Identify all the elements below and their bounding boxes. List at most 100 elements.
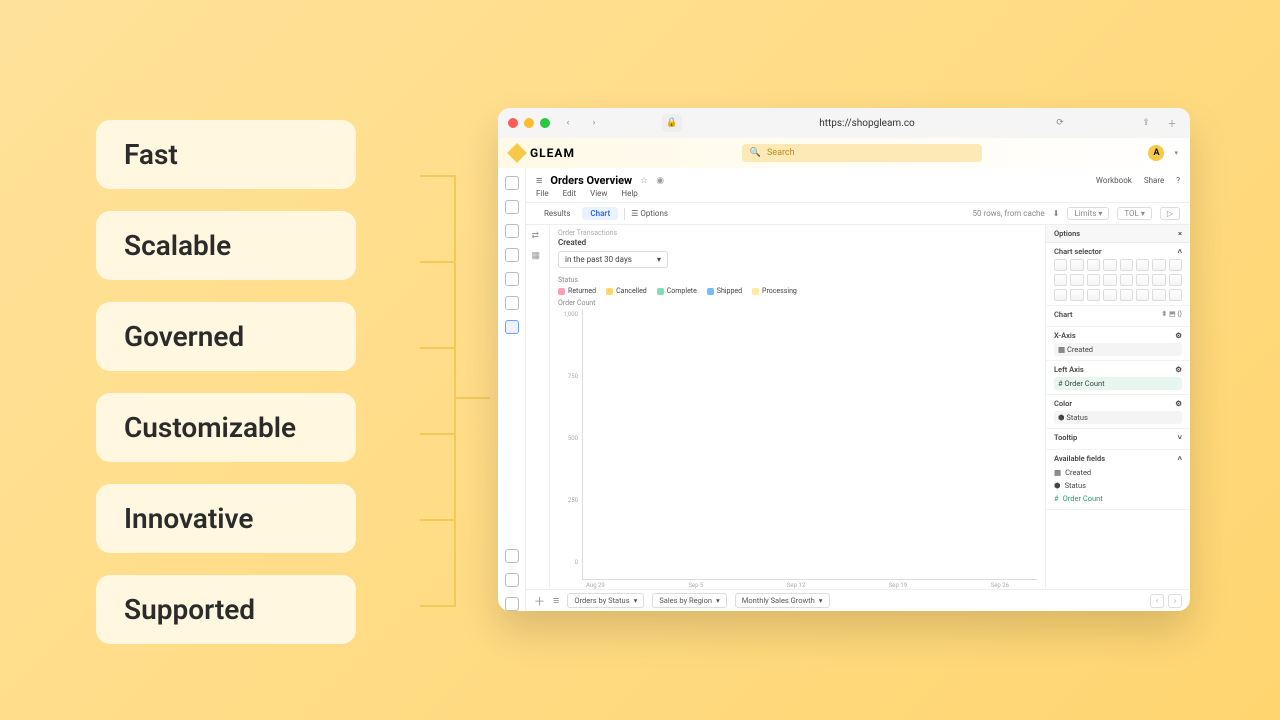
gear-icon[interactable] bbox=[505, 549, 519, 563]
nav-rail bbox=[498, 168, 526, 611]
star-icon[interactable]: ☆ bbox=[640, 176, 648, 186]
available-field[interactable]: # Order Count bbox=[1054, 492, 1182, 505]
visibility-icon[interactable]: ◉ bbox=[656, 176, 664, 186]
settings-icon[interactable]: ⚙ bbox=[1175, 365, 1182, 374]
menu-bar: File Edit View Help bbox=[526, 189, 1190, 202]
databases-icon[interactable] bbox=[505, 200, 519, 214]
chart-type-icon[interactable] bbox=[1054, 259, 1067, 271]
analytics-icon[interactable] bbox=[505, 320, 519, 334]
chart-type-icon[interactable] bbox=[1103, 274, 1116, 286]
chart-type-icon[interactable] bbox=[1103, 289, 1116, 301]
users-icon[interactable] bbox=[505, 272, 519, 286]
tab-results[interactable]: Results bbox=[536, 207, 578, 220]
help-circle-icon[interactable]: ? bbox=[1176, 176, 1180, 185]
sheet-tab[interactable]: Sales by Region▾ bbox=[652, 593, 726, 608]
address-bar[interactable]: https://shopgleam.co bbox=[692, 118, 1042, 129]
chart-type-icon[interactable] bbox=[1070, 289, 1083, 301]
sheet-tab[interactable]: Monthly Sales Growth▾ bbox=[735, 593, 830, 608]
legend-item[interactable]: Processing bbox=[752, 287, 797, 295]
share-link[interactable]: Share bbox=[1144, 176, 1164, 185]
brand-logo[interactable]: GLEAM bbox=[510, 146, 575, 160]
legend-item[interactable]: Cancelled bbox=[606, 287, 647, 295]
options-toggle[interactable]: ☰ Options bbox=[631, 209, 668, 218]
legend-item[interactable]: Returned bbox=[558, 287, 596, 295]
chart-type-icon[interactable] bbox=[1136, 289, 1149, 301]
chart-type-icon[interactable] bbox=[1152, 274, 1165, 286]
chart-type-icon[interactable] bbox=[1120, 259, 1133, 271]
minimize-icon[interactable] bbox=[524, 118, 534, 128]
page-title: Orders Overview bbox=[550, 174, 632, 187]
color-field[interactable]: ⬢ Status bbox=[1054, 411, 1182, 424]
x-axis: Aug 29Sep 5Sep 12Sep 19Sep 26 bbox=[558, 580, 1037, 589]
chart-type-icon[interactable] bbox=[1054, 274, 1067, 286]
settings-icon[interactable]: ⚙ bbox=[1175, 399, 1182, 408]
calendar-icon[interactable]: ▦ bbox=[532, 251, 544, 263]
chart-type-icon[interactable] bbox=[1070, 274, 1083, 286]
menu-view[interactable]: View bbox=[590, 189, 607, 198]
settings-icon[interactable]: ⚙ bbox=[1175, 331, 1182, 340]
history-icon[interactable] bbox=[505, 296, 519, 310]
sheet-tab[interactable]: Orders by Status▾ bbox=[567, 593, 644, 608]
home-icon[interactable] bbox=[505, 176, 519, 190]
tol-dropdown[interactable]: TOL ▾ bbox=[1117, 207, 1151, 220]
chart-type-icon[interactable] bbox=[1054, 289, 1067, 301]
leftaxis-field[interactable]: # Order Count bbox=[1054, 377, 1182, 390]
feature-pill: Governed bbox=[96, 302, 356, 371]
chart-type-icon[interactable] bbox=[1120, 274, 1133, 286]
chevron-up-icon[interactable]: ˄ bbox=[1178, 247, 1182, 256]
chart-type-icon[interactable] bbox=[1136, 274, 1149, 286]
chevron-down-icon[interactable]: ˅ bbox=[1178, 433, 1182, 442]
chart-type-icon[interactable] bbox=[1120, 289, 1133, 301]
chart-type-icon[interactable] bbox=[1152, 289, 1165, 301]
help-icon[interactable] bbox=[505, 573, 519, 587]
next-sheet-button[interactable]: › bbox=[1168, 594, 1182, 608]
available-field[interactable]: ⬢ Status bbox=[1054, 479, 1182, 492]
maximize-icon[interactable] bbox=[540, 118, 550, 128]
chart-type-icon[interactable] bbox=[1169, 274, 1182, 286]
chevron-down-icon[interactable]: ▾ bbox=[1174, 149, 1178, 157]
chart-type-icon[interactable] bbox=[1087, 259, 1100, 271]
add-sheet-button[interactable]: ＋ bbox=[534, 593, 545, 609]
hamburger-icon[interactable]: ≡ bbox=[536, 174, 542, 187]
legend-item[interactable]: Shipped bbox=[707, 287, 742, 295]
legend-item[interactable]: Complete bbox=[657, 287, 697, 295]
workbook-link[interactable]: Workbook bbox=[1096, 176, 1132, 185]
date-range-dropdown[interactable]: in the past 30 days▾ bbox=[558, 251, 668, 268]
chart-type-icon[interactable] bbox=[1070, 259, 1083, 271]
menu-file[interactable]: File bbox=[536, 189, 549, 198]
close-icon[interactable]: × bbox=[1178, 229, 1182, 238]
available-field[interactable]: ▦ Created bbox=[1054, 466, 1182, 479]
xaxis-field[interactable]: ▦ Created bbox=[1054, 343, 1182, 356]
menu-help[interactable]: Help bbox=[621, 189, 637, 198]
limits-dropdown[interactable]: Limits ▾ bbox=[1067, 207, 1109, 220]
chart-type-icon[interactable] bbox=[1103, 259, 1116, 271]
chart-type-icon[interactable] bbox=[1169, 259, 1182, 271]
target-icon[interactable] bbox=[505, 248, 519, 262]
chart-type-icon[interactable] bbox=[1136, 259, 1149, 271]
share-icon[interactable]: ⇪ bbox=[1138, 115, 1154, 131]
chart-type-icon[interactable] bbox=[1087, 274, 1100, 286]
tab-chart[interactable]: Chart bbox=[582, 207, 618, 220]
chart-type-icon[interactable] bbox=[1152, 259, 1165, 271]
new-tab-icon[interactable]: ＋ bbox=[1164, 115, 1180, 131]
avatar[interactable]: A bbox=[1148, 145, 1164, 161]
reload-icon[interactable]: ⟳ bbox=[1052, 115, 1068, 131]
shuffle-icon[interactable]: ⇄ bbox=[532, 231, 544, 243]
menu-edit[interactable]: Edit bbox=[563, 189, 577, 198]
chart-tabs-icon[interactable]: ⬍ ⬒ {} bbox=[1161, 310, 1182, 319]
lock-icon: 🔒 bbox=[662, 114, 682, 132]
chart-type-icon[interactable] bbox=[1087, 289, 1100, 301]
close-icon[interactable] bbox=[508, 118, 518, 128]
exit-icon[interactable] bbox=[505, 597, 519, 611]
run-button[interactable]: ▷ bbox=[1160, 207, 1180, 220]
search-input[interactable]: 🔍 Search bbox=[742, 144, 982, 162]
sheets-menu-icon[interactable]: ≡ bbox=[553, 594, 559, 607]
download-icon[interactable]: ⬇ bbox=[1053, 209, 1060, 218]
forward-button[interactable]: › bbox=[586, 115, 602, 131]
clipboard-icon[interactable] bbox=[505, 224, 519, 238]
chevron-up-icon[interactable]: ˄ bbox=[1178, 454, 1182, 463]
back-button[interactable]: ‹ bbox=[560, 115, 576, 131]
chart-type-icon[interactable] bbox=[1169, 289, 1182, 301]
xaxis-label: X-Axis bbox=[1054, 331, 1076, 340]
prev-sheet-button[interactable]: ‹ bbox=[1150, 594, 1164, 608]
